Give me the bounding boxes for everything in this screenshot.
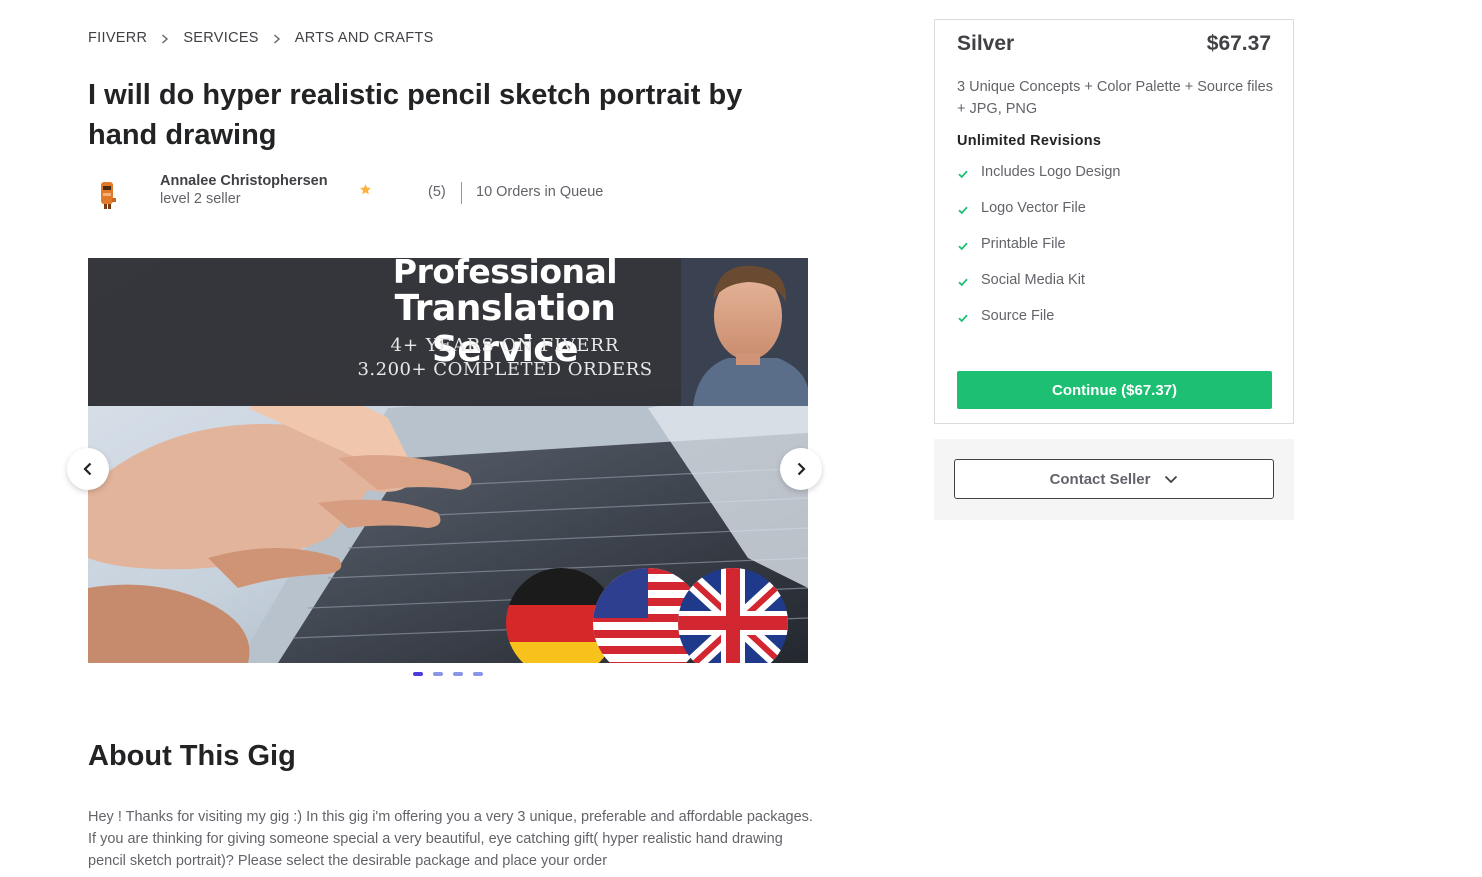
gallery-dot[interactable]	[413, 672, 423, 676]
check-icon	[958, 278, 968, 287]
breadcrumb: FIIVERR SERVICES ARTS AND CRAFTS	[88, 30, 434, 46]
seller-avatar[interactable]	[88, 174, 128, 214]
package-panel: Silver $67.37 3 Unique Concepts + Color …	[934, 19, 1294, 424]
package-description: 3 Unique Concepts + Color Palette + Sour…	[957, 79, 1273, 117]
feature-label: Source File	[981, 308, 1055, 324]
about-description: Hey ! Thanks for visiting my gig :) In t…	[88, 809, 813, 869]
chevron-right-icon	[797, 462, 806, 476]
chevron-down-icon	[1165, 475, 1178, 483]
feature-label: Includes Logo Design	[981, 164, 1121, 180]
contact-panel: Contact Seller	[934, 439, 1294, 520]
gallery-headline-1: Professional	[392, 258, 618, 291]
feature-item: Includes Logo Design	[957, 164, 1120, 200]
package-features: Includes Logo Design Logo Vector File Pr…	[957, 164, 1120, 344]
gallery-pagination	[413, 672, 483, 676]
gallery-next-button[interactable]	[780, 448, 822, 490]
gallery-dot[interactable]	[473, 672, 483, 676]
check-icon	[958, 242, 968, 251]
feature-item: Source File	[957, 308, 1120, 344]
chevron-left-icon	[83, 462, 92, 476]
package-name: Silver	[957, 32, 1015, 55]
about-heading: About This Gig	[88, 740, 296, 772]
rating-count[interactable]: (5)	[428, 184, 446, 200]
gig-title: I will do hyper realistic pencil sketch …	[88, 79, 743, 151]
check-icon	[958, 206, 968, 215]
gallery-dot[interactable]	[433, 672, 443, 676]
breadcrumb-fiverr[interactable]: FIIVERR	[88, 30, 147, 46]
check-icon	[958, 170, 968, 179]
chevron-right-icon	[259, 31, 295, 46]
breadcrumb-arts-and-crafts[interactable]: ARTS AND CRAFTS	[295, 30, 434, 46]
feature-item: Printable File	[957, 236, 1120, 272]
feature-item: Social Media Kit	[957, 272, 1120, 308]
check-icon	[958, 314, 968, 323]
feature-label: Logo Vector File	[981, 200, 1086, 216]
seller-overview: Annalee Christophersen level 2 seller (5…	[88, 172, 808, 220]
star-icon	[360, 184, 371, 195]
gallery-dot[interactable]	[453, 672, 463, 676]
package-price: $67.37	[1206, 32, 1271, 55]
gallery-prev-button[interactable]	[67, 448, 109, 490]
package-revisions: Unlimited Revisions	[957, 133, 1102, 149]
feature-label: Printable File	[981, 236, 1066, 252]
contact-seller-button[interactable]: Contact Seller	[954, 459, 1274, 499]
seller-level: level 2 seller	[160, 191, 241, 207]
feature-item: Logo Vector File	[957, 200, 1120, 236]
orders-in-queue: 10 Orders in Queue	[476, 184, 604, 200]
gallery-subline-1: 4+ YEARS ON FIVERR	[390, 335, 620, 356]
chevron-right-icon	[147, 31, 183, 46]
gig-gallery[interactable]: Professional Translation Service 4+ YEAR…	[88, 258, 808, 663]
gallery-subline-2: 3.200+ COMPLETED ORDERS	[357, 359, 653, 380]
continue-button[interactable]: Continue ($67.37)	[957, 371, 1272, 409]
contact-seller-label: Contact Seller	[1049, 470, 1151, 488]
seller-name[interactable]: Annalee Christophersen	[160, 173, 328, 189]
divider	[461, 182, 462, 204]
gallery-headline-2: Translation Service	[394, 288, 616, 370]
breadcrumb-services[interactable]: SERVICES	[183, 30, 258, 46]
feature-label: Social Media Kit	[981, 272, 1085, 288]
